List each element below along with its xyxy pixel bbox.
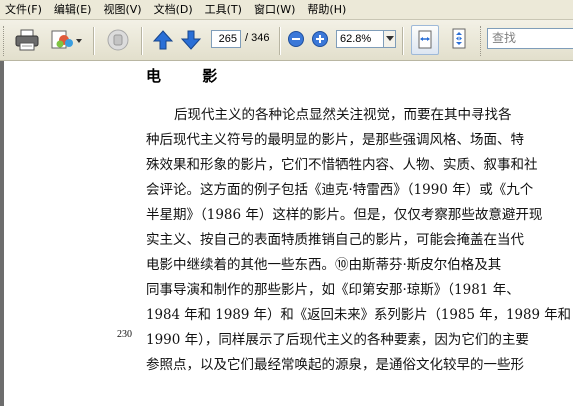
fit-width-button[interactable] — [411, 25, 439, 55]
text-line: 殊效果和形象的影片，它们不惜牺牲内容、人物、实质、叙事和社 — [146, 157, 538, 173]
page-total-label: / 346 — [245, 32, 270, 44]
zoom-dropdown-button[interactable] — [384, 30, 396, 48]
menu-window[interactable]: 窗口(W) — [248, 0, 301, 19]
text-line: 1990 年），同样展示了后现代主义的各种要素，因为它们的主要 — [146, 332, 529, 348]
text-line: 1984 年和 1989 年）和《返回未来》系列影片（1985 年，1989 年… — [146, 307, 572, 323]
print-button[interactable] — [12, 26, 42, 54]
menu-edit[interactable]: 编辑(E) — [48, 0, 98, 19]
toolbar-grip[interactable] — [3, 26, 7, 56]
arrow-down-icon — [180, 30, 202, 50]
text-line: 会评论。这方面的例子包括《迪克·特雷西》（1990 年）或《九个 — [146, 182, 534, 198]
menu-tools[interactable]: 工具(T) — [199, 0, 248, 19]
menu-view[interactable]: 视图(V) — [97, 0, 147, 19]
text-line: 电影中继续着的其他一些东西。⑩由斯蒂芬·斯皮尔伯格及其 — [146, 257, 502, 273]
zoom-level-field[interactable]: 62.8% — [336, 30, 384, 48]
section-heading: 电 影 — [146, 67, 236, 85]
zoom-out-button[interactable] — [287, 30, 305, 48]
text-line: 参照点，以及它们最经常唤起的源泉，是通俗文化较早的一些形 — [146, 357, 524, 373]
toolbar: 265 / 346 62.8% 查找 — [0, 20, 573, 61]
menu-bar: 文件(F) 编辑(E) 视图(V) 文档(D) 工具(T) 窗口(W) 帮助(H… — [0, 0, 573, 20]
collaborate-icon — [51, 30, 82, 49]
page-number: 230 — [117, 329, 132, 340]
text-line: 同事导演和制作的那些影片，如《印第安那·琼斯》（1981 年、 — [146, 282, 520, 298]
text-line: 实主义、按自己的表面特质推销自己的影片，可能会掩盖在当代 — [146, 232, 524, 248]
page-number-input[interactable]: 265 — [211, 30, 241, 48]
zoom-in-button[interactable] — [311, 30, 329, 48]
fit-width-icon — [418, 30, 432, 49]
toolbar-grip[interactable] — [480, 26, 484, 56]
disabled-tool-icon — [107, 29, 129, 51]
separator — [402, 27, 404, 55]
chevron-down-icon — [385, 36, 394, 41]
left-panel-edge — [0, 61, 4, 406]
separator — [93, 27, 95, 55]
zoom-out-icon — [288, 31, 304, 47]
fit-page-button[interactable] — [444, 25, 474, 53]
zoom-in-icon — [312, 31, 328, 47]
printer-icon — [15, 29, 39, 51]
search-input[interactable]: 查找 — [487, 28, 573, 49]
next-page-button[interactable] — [178, 27, 204, 53]
separator — [141, 27, 143, 55]
text-line: 半星期》（1986 年）这样的影片。但是，仅仅考察那些故意避开现 — [146, 207, 543, 223]
document-view[interactable]: 电 影 后现代主义的各种论点显然关注视觉，而要在其中寻找各 种后现代主义符号的最… — [0, 61, 573, 406]
menu-help[interactable]: 帮助(H) — [301, 0, 352, 19]
share-button[interactable] — [48, 26, 84, 54]
text-line: 后现代主义的各种论点显然关注视觉，而要在其中寻找各 — [174, 107, 512, 123]
arrow-up-icon — [152, 30, 174, 50]
separator — [279, 27, 281, 55]
hand-tool-button[interactable] — [103, 26, 133, 54]
fit-page-icon — [452, 28, 466, 49]
text-line: 种后现代主义符号的最明显的影片，是那些强调风格、场面、特 — [146, 132, 524, 148]
menu-file[interactable]: 文件(F) — [0, 0, 48, 19]
menu-document[interactable]: 文档(D) — [148, 0, 199, 19]
previous-page-button[interactable] — [150, 27, 176, 53]
